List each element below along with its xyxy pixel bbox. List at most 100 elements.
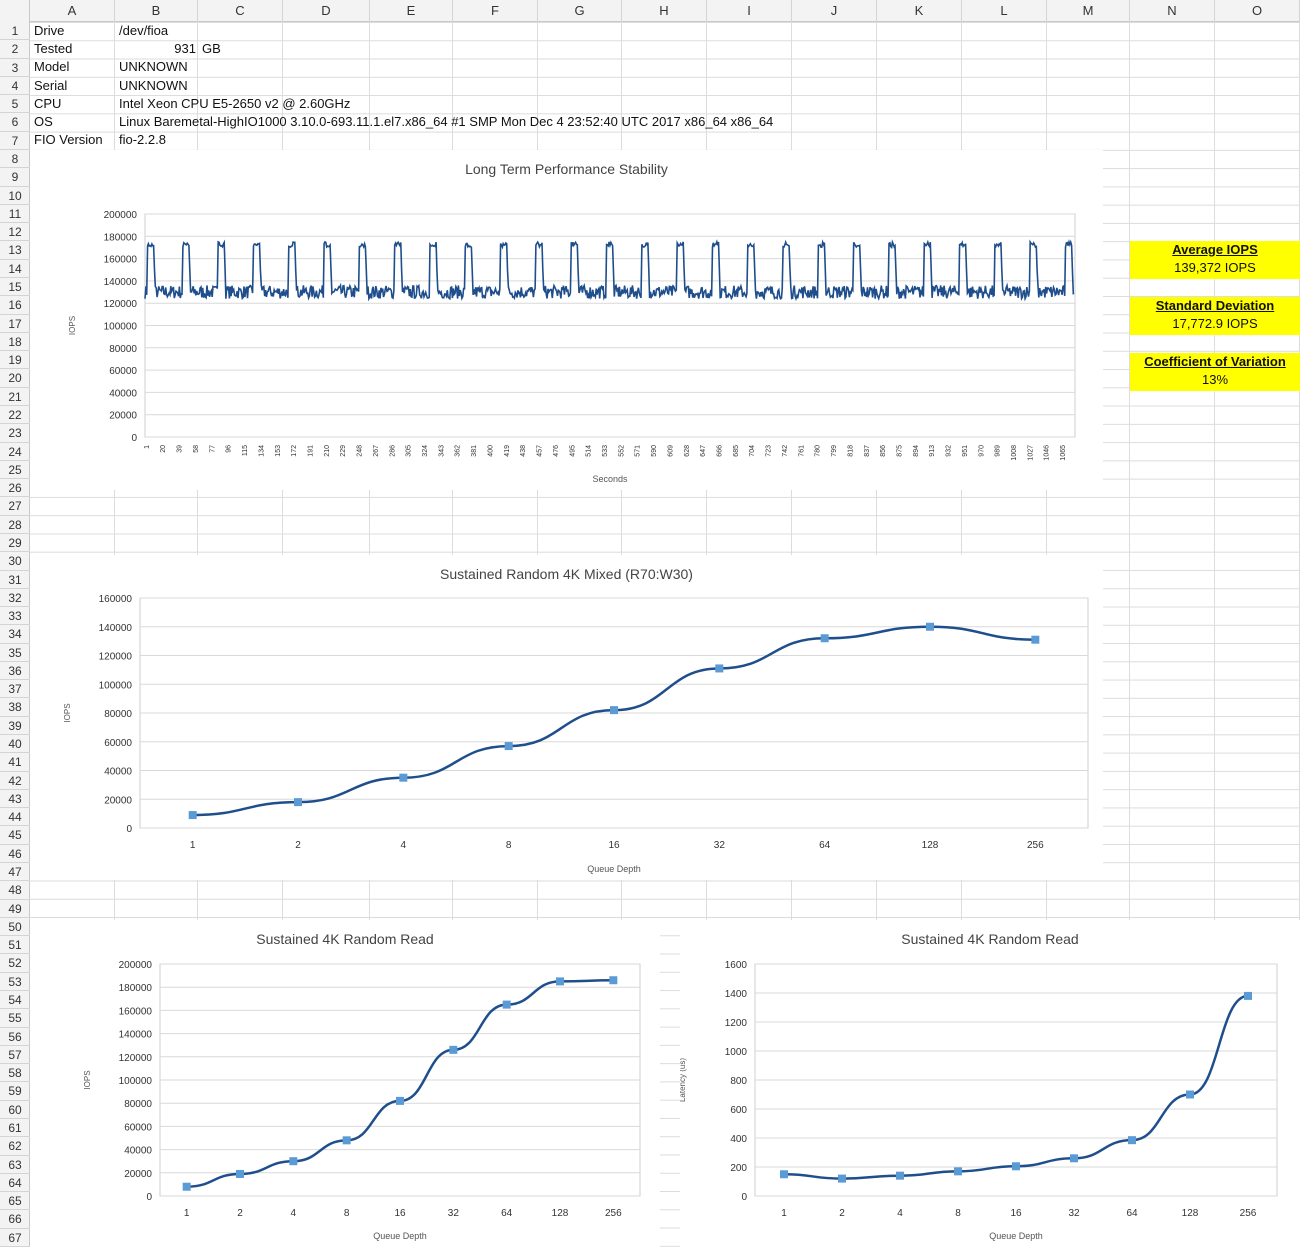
column-header-o[interactable]: O xyxy=(1215,0,1300,22)
row-header-64[interactable]: 64 xyxy=(0,1174,30,1193)
row-header-11[interactable]: 11 xyxy=(0,205,30,224)
row-header-67[interactable]: 67 xyxy=(0,1229,30,1247)
row-header-9[interactable]: 9 xyxy=(0,168,30,187)
chart-random-read-latency[interactable]: Sustained 4K Random Read 0 200 400 600 800 100… xyxy=(680,920,1300,1247)
row-header-23[interactable]: 23 xyxy=(0,424,30,443)
cell-b6[interactable]: Linux Baremetal-HighIO1000 3.10.0-693.11… xyxy=(115,113,773,131)
column-header-g[interactable]: G xyxy=(538,0,622,22)
column-header-j[interactable]: J xyxy=(792,0,877,22)
cell-a7[interactable]: FIO Version xyxy=(30,131,103,149)
column-header-a[interactable]: A xyxy=(30,0,115,22)
column-header-c[interactable]: C xyxy=(198,0,283,22)
column-header-m[interactable]: M xyxy=(1047,0,1130,22)
row-header-32[interactable]: 32 xyxy=(0,589,30,608)
row-header-59[interactable]: 59 xyxy=(0,1082,30,1101)
row-header-4[interactable]: 4 xyxy=(0,77,30,96)
row-header-8[interactable]: 8 xyxy=(0,150,30,169)
chart-long-term-stability[interactable]: Long Term Performance Stability 0 20000 400… xyxy=(30,150,1103,490)
row-header-14[interactable]: 14 xyxy=(0,260,30,278)
cell-a4[interactable]: Serial xyxy=(30,77,67,95)
row-header-57[interactable]: 57 xyxy=(0,1046,30,1065)
row-header-44[interactable]: 44 xyxy=(0,808,30,827)
chart-mixed-4k[interactable]: Sustained Random 4K Mixed (R70:W30) 0 2000… xyxy=(30,555,1103,880)
coef-variation-box[interactable]: Coefficient of Variation 13% xyxy=(1130,353,1300,391)
cell-b7[interactable]: fio-2.2.8 xyxy=(115,131,166,149)
row-header-63[interactable]: 63 xyxy=(0,1156,30,1174)
row-header-39[interactable]: 39 xyxy=(0,717,30,736)
row-header-22[interactable]: 22 xyxy=(0,406,30,425)
row-header-16[interactable]: 16 xyxy=(0,296,30,315)
row-header-26[interactable]: 26 xyxy=(0,479,30,498)
row-header-37[interactable]: 37 xyxy=(0,680,30,699)
row-header-27[interactable]: 27 xyxy=(0,497,30,516)
cell-b1[interactable]: /dev/fioa xyxy=(115,22,168,40)
row-header-65[interactable]: 65 xyxy=(0,1192,30,1211)
row-header-41[interactable]: 41 xyxy=(0,753,30,772)
column-header-n[interactable]: N xyxy=(1130,0,1215,22)
row-header-66[interactable]: 66 xyxy=(0,1210,30,1229)
row-header-51[interactable]: 51 xyxy=(0,936,30,955)
row-header-30[interactable]: 30 xyxy=(0,552,30,571)
column-header-h[interactable]: H xyxy=(622,0,707,22)
cell-b4[interactable]: UNKNOWN xyxy=(115,77,188,95)
row-header-15[interactable]: 15 xyxy=(0,278,30,297)
cell-b3[interactable]: UNKNOWN xyxy=(115,58,188,76)
row-header-52[interactable]: 52 xyxy=(0,954,30,973)
row-header-54[interactable]: 54 xyxy=(0,991,30,1010)
row-header-46[interactable]: 46 xyxy=(0,845,30,864)
cell-a5[interactable]: CPU xyxy=(30,95,61,113)
row-header-38[interactable]: 38 xyxy=(0,698,30,717)
average-iops-box[interactable]: Average IOPS 139,372 IOPS xyxy=(1130,241,1300,279)
cell-b2[interactable]: 931 xyxy=(115,40,198,58)
column-header-k[interactable]: K xyxy=(877,0,962,22)
cell-b5[interactable]: Intel Xeon CPU E5-2650 v2 @ 2.60GHz xyxy=(115,95,350,113)
row-header-17[interactable]: 17 xyxy=(0,315,30,333)
row-header-24[interactable]: 24 xyxy=(0,443,30,461)
row-header-61[interactable]: 61 xyxy=(0,1119,30,1138)
row-header-55[interactable]: 55 xyxy=(0,1009,30,1028)
cell-a3[interactable]: Model xyxy=(30,58,69,76)
row-header-25[interactable]: 25 xyxy=(0,461,30,480)
cell-c2[interactable]: GB xyxy=(198,40,221,58)
column-header-e[interactable]: E xyxy=(370,0,453,22)
row-header-35[interactable]: 35 xyxy=(0,644,30,662)
std-dev-box[interactable]: Standard Deviation 17,772.9 IOPS xyxy=(1130,297,1300,335)
row-header-19[interactable]: 19 xyxy=(0,351,30,370)
row-header-49[interactable]: 49 xyxy=(0,900,30,918)
row-header-31[interactable]: 31 xyxy=(0,571,30,589)
row-header-6[interactable]: 6 xyxy=(0,113,30,132)
row-header-53[interactable]: 53 xyxy=(0,973,30,992)
cell-a6[interactable]: OS xyxy=(30,113,53,131)
row-header-62[interactable]: 62 xyxy=(0,1137,30,1156)
row-header-10[interactable]: 10 xyxy=(0,187,30,205)
row-header-12[interactable]: 12 xyxy=(0,223,30,242)
chart-random-read-iops[interactable]: Sustained 4K Random Read 0 20000 40000 60000… xyxy=(30,920,660,1247)
row-header-33[interactable]: 33 xyxy=(0,607,30,626)
row-header-5[interactable]: 5 xyxy=(0,95,30,114)
row-header-40[interactable]: 40 xyxy=(0,735,30,754)
row-header-20[interactable]: 20 xyxy=(0,369,30,388)
row-header-3[interactable]: 3 xyxy=(0,59,30,77)
column-header-b[interactable]: B xyxy=(115,0,198,22)
row-header-7[interactable]: 7 xyxy=(0,132,30,150)
row-header-47[interactable]: 47 xyxy=(0,863,30,882)
row-header-43[interactable]: 43 xyxy=(0,790,30,809)
row-header-58[interactable]: 58 xyxy=(0,1064,30,1083)
row-header-42[interactable]: 42 xyxy=(0,772,30,790)
row-header-21[interactable]: 21 xyxy=(0,388,30,406)
row-header-50[interactable]: 50 xyxy=(0,918,30,937)
column-header-i[interactable]: I xyxy=(707,0,792,22)
row-header-29[interactable]: 29 xyxy=(0,534,30,553)
column-header-f[interactable]: F xyxy=(453,0,538,22)
row-header-56[interactable]: 56 xyxy=(0,1028,30,1046)
row-header-18[interactable]: 18 xyxy=(0,333,30,352)
row-header-60[interactable]: 60 xyxy=(0,1101,30,1119)
row-header-2[interactable]: 2 xyxy=(0,40,30,59)
column-header-d[interactable]: D xyxy=(283,0,370,22)
row-header-34[interactable]: 34 xyxy=(0,625,30,644)
row-header-36[interactable]: 36 xyxy=(0,662,30,681)
row-header-48[interactable]: 48 xyxy=(0,881,30,900)
cell-a2[interactable]: Tested xyxy=(30,40,72,58)
cell-a1[interactable]: Drive xyxy=(30,22,64,40)
row-header-1[interactable]: 1 xyxy=(0,22,30,41)
